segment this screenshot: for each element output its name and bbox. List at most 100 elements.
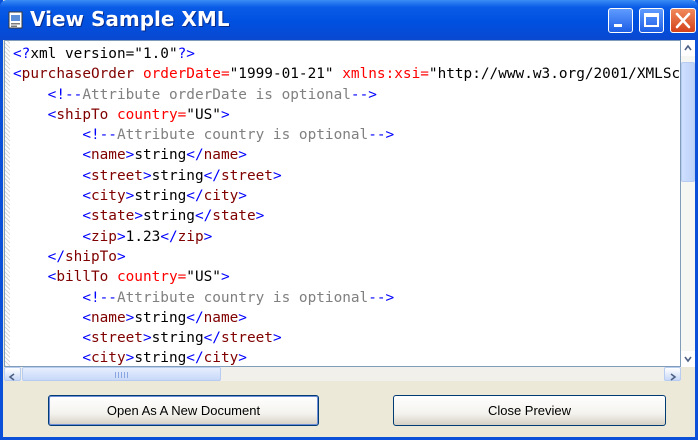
horizontal-scroll-thumb[interactable]	[22, 367, 221, 381]
code-token: <!--	[47, 86, 83, 103]
code-token: Attribute orderDate is optional	[82, 86, 351, 103]
open-as-new-document-button[interactable]: Open As A New Document	[48, 395, 319, 426]
code-token: string	[151, 167, 204, 184]
code-token: ?>	[177, 46, 195, 62]
code-token: country=	[116, 106, 187, 123]
code-token: Attribute country is optional	[116, 289, 369, 306]
code-token: street	[220, 167, 273, 184]
code-token: string	[142, 208, 195, 225]
code-token: <	[82, 228, 91, 245]
code-token: </	[203, 167, 221, 184]
scrollbar-corner	[681, 367, 695, 381]
code-token: state	[90, 208, 135, 225]
code-token: </	[160, 228, 178, 245]
code-token: xml version="1.0"	[30, 46, 178, 62]
code-token: >	[134, 208, 143, 225]
code-token: city	[90, 188, 126, 205]
code-line: <city>string</city>	[13, 348, 680, 367]
code-token: street	[90, 330, 143, 347]
code-token: city	[203, 350, 239, 367]
code-line: <billTo country="US">	[13, 267, 680, 287]
close-preview-button[interactable]: Close Preview	[393, 395, 666, 426]
code-token: "1999-01-21"	[229, 66, 343, 83]
code-token: >	[238, 350, 247, 367]
vertical-scrollbar[interactable]	[681, 40, 695, 367]
code-token: >	[220, 269, 230, 286]
code-token: <	[13, 66, 22, 83]
code-token: >	[125, 188, 135, 205]
code-line: <name>string</name>	[13, 308, 680, 328]
code-token: string	[134, 188, 187, 205]
scroll-up-arrow-icon	[684, 44, 692, 51]
title-bar[interactable]: View Sample XML	[0, 0, 698, 40]
app-icon	[8, 11, 23, 29]
code-token: zip	[90, 228, 117, 245]
code-token: >	[116, 228, 126, 245]
code-token: <?	[13, 46, 31, 62]
code-token: <	[82, 208, 91, 225]
code-token: string	[134, 147, 187, 164]
code-line: <?xml version="1.0"?>	[13, 44, 680, 64]
scroll-grip	[115, 372, 129, 378]
close-icon	[675, 12, 691, 29]
minimize-icon	[614, 24, 622, 27]
code-line: <shipTo country="US">	[13, 105, 680, 125]
code-token: <	[82, 147, 91, 164]
xml-preview-pane[interactable]: <?xml version="1.0"?> <purchaseOrder orde…	[4, 40, 681, 367]
code-token: >	[142, 167, 152, 184]
code-token: </	[186, 309, 204, 326]
scroll-down-button[interactable]	[681, 351, 695, 367]
code-token: >	[125, 350, 135, 367]
code-token: -->	[368, 289, 395, 306]
code-token: >	[125, 309, 135, 326]
code-token: shipTo	[64, 248, 117, 265]
code-token: -->	[350, 86, 377, 103]
code-token: </	[194, 208, 213, 225]
code-line: <state>string</state>	[13, 206, 680, 226]
minimize-button[interactable]	[608, 8, 633, 33]
code-token: >	[203, 228, 213, 245]
code-token: purchaseOrder	[21, 66, 135, 83]
code-token: xmlns:xsi=	[342, 66, 429, 83]
code-line: <zip>1.23</zip>	[13, 227, 680, 247]
code-token: string	[134, 350, 187, 367]
scroll-left-button[interactable]	[4, 367, 21, 381]
code-token: >	[238, 309, 247, 326]
code-line: <street>string</street>	[13, 328, 680, 348]
scroll-up-button[interactable]	[681, 40, 695, 56]
code-token: <	[82, 188, 91, 205]
code-line: <!--Attribute orderDate is optional-->	[13, 85, 680, 105]
vertical-scroll-thumb[interactable]	[681, 62, 695, 182]
code-line: <street>string</street>	[13, 166, 680, 186]
code-token: city	[203, 188, 239, 205]
code-line: <!--Attribute country is optional-->	[13, 288, 680, 308]
scroll-right-button[interactable]	[664, 367, 681, 381]
code-token: </	[203, 330, 221, 347]
code-token: "US"	[186, 106, 221, 123]
code-token: country=	[116, 269, 187, 286]
code-token: 1.23	[125, 228, 161, 245]
code-token: <	[82, 330, 91, 347]
close-button[interactable]	[670, 8, 696, 33]
code-token: name	[203, 147, 239, 164]
code-token: >	[238, 188, 247, 205]
code-token: </	[186, 147, 204, 164]
code-token: >	[142, 330, 152, 347]
code-token: >	[220, 106, 230, 123]
code-token: >	[272, 330, 282, 347]
code-token: >	[272, 167, 282, 184]
code-token: state	[212, 208, 256, 225]
code-token: >	[238, 147, 247, 164]
code-token: name	[203, 309, 239, 326]
code-token: street	[220, 330, 273, 347]
code-token: <	[82, 350, 91, 367]
editor-gutter	[5, 41, 10, 366]
code-token: </	[186, 350, 204, 367]
maximize-button[interactable]	[639, 8, 664, 33]
code-token: orderDate=	[142, 66, 230, 83]
code-token: </	[186, 188, 204, 205]
horizontal-scrollbar[interactable]	[4, 367, 681, 381]
code-token: <	[82, 167, 91, 184]
code-line: </shipTo>	[13, 247, 680, 267]
